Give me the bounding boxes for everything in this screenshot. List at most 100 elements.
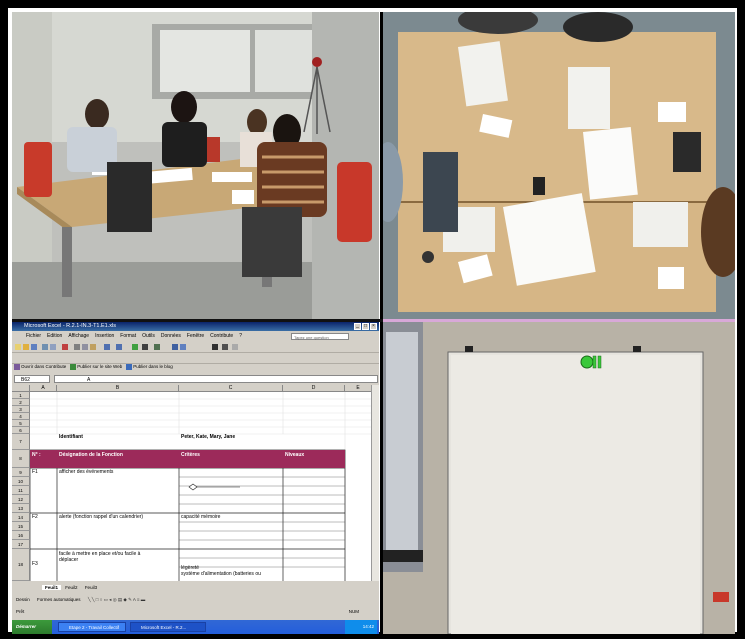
name-box[interactable]: B62 <box>14 375 50 383</box>
row-header[interactable]: 7 <box>12 434 30 450</box>
camera-view-meeting-room <box>12 12 379 319</box>
column-header-c[interactable]: C <box>179 385 283 392</box>
ask-question-input[interactable]: Tapez une question <box>291 333 349 340</box>
preview-icon[interactable] <box>50 344 56 350</box>
new-icon[interactable] <box>15 344 21 350</box>
cell-a7[interactable]: N° : <box>30 452 57 458</box>
euro-icon[interactable] <box>222 344 228 350</box>
row-header[interactable]: 15 <box>12 522 30 531</box>
cell-b13[interactable]: alerte (fonction rappel d'un calendrier) <box>57 514 179 520</box>
maximize-icon[interactable]: □ <box>362 323 369 330</box>
drawing-icon[interactable] <box>180 344 186 350</box>
cell-d7[interactable]: Niveaux <box>283 452 345 458</box>
bold-icon[interactable] <box>212 344 218 350</box>
column-header-b[interactable]: B <box>57 385 179 392</box>
cell-c6[interactable]: Peter, Kate, Mary, Jane <box>179 434 283 440</box>
contribute-edit-label: Ouvrir dans Contribute <box>21 364 67 370</box>
cut-icon[interactable] <box>74 344 80 350</box>
autoshapes-menu[interactable]: Formes automatiques <box>37 597 81 602</box>
autosum-icon[interactable] <box>142 344 148 350</box>
menu-edition[interactable]: Edition <box>47 332 62 341</box>
chart-icon[interactable] <box>172 344 178 350</box>
menu-affichage[interactable]: Affichage <box>68 332 89 341</box>
formula-bar[interactable]: A <box>54 375 378 383</box>
row-header[interactable]: 5 <box>12 420 30 427</box>
row-header[interactable]: 6 <box>12 427 30 434</box>
cell-a13[interactable]: F2 <box>30 514 57 520</box>
row-header[interactable]: 18 <box>12 549 30 581</box>
vertical-scrollbar[interactable] <box>371 385 379 581</box>
menu-help[interactable]: ? <box>239 332 242 341</box>
publish-blog-button[interactable]: Publier dans le blog <box>126 364 173 370</box>
camera-view-whiteboard <box>383 322 735 634</box>
row-header[interactable]: 9 <box>12 468 30 477</box>
sheet-tab-feuil1[interactable]: Feuil1 <box>42 585 62 590</box>
cell-b8[interactable]: afficher des événements <box>57 469 179 475</box>
cell-c13[interactable]: capacité mémoire <box>179 514 283 520</box>
row-header[interactable]: 1 <box>12 392 30 399</box>
save-icon[interactable] <box>31 344 37 350</box>
row-header[interactable]: 16 <box>12 531 30 540</box>
cell-a8[interactable]: F1 <box>30 469 57 475</box>
row-header[interactable]: 10 <box>12 477 30 486</box>
cell-b18-line2[interactable]: déplacer <box>57 557 179 563</box>
spelling-icon[interactable] <box>62 344 68 350</box>
excel-title-bar[interactable]: Microsoft Excel - R.2.1-IN.3-T1.E1.xls _… <box>12 322 379 331</box>
excel-window[interactable]: Microsoft Excel - R.2.1-IN.3-T1.E1.xls _… <box>12 322 379 634</box>
sheet-tab-feuil2[interactable]: Feuil2 <box>62 585 80 590</box>
draw-shapes-icon[interactable]: ╲ ╲ □ ○ ▭ ◂ ◎ ▤ ◆ ✎ A ≡ ▬ <box>88 597 145 602</box>
taskbar-clock: 14:42 <box>345 620 377 634</box>
borders-icon[interactable] <box>232 344 238 350</box>
cell-c7[interactable]: Critères <box>179 452 283 458</box>
contribute-edit-icon <box>14 364 20 370</box>
camera-view-overhead-table <box>383 12 735 319</box>
row-header[interactable]: 3 <box>12 406 30 413</box>
column-header-d[interactable]: D <box>283 385 345 392</box>
minimize-icon[interactable]: _ <box>354 323 361 330</box>
row-header[interactable]: 4 <box>12 413 30 420</box>
cell-a18[interactable]: F3 <box>30 561 57 567</box>
start-button[interactable]: Démarrer <box>12 620 52 634</box>
taskbar-item-etape2[interactable]: Etape 2 - Travail Collectif <box>58 622 126 632</box>
print-icon[interactable] <box>42 344 48 350</box>
column-header-e[interactable]: E <box>345 385 372 392</box>
redo-icon[interactable] <box>116 344 122 350</box>
paste-icon[interactable] <box>90 344 96 350</box>
status-num: NUM <box>348 609 359 614</box>
draw-menu[interactable]: Dessin <box>16 597 30 602</box>
menu-fenetre[interactable]: Fenêtre <box>187 332 204 341</box>
row-header[interactable]: 17 <box>12 540 30 549</box>
cell-c18-line2[interactable]: système d'alimentation (batteries ou <box>179 571 283 577</box>
publish-web-icon <box>70 364 77 370</box>
meeting-room-scene <box>12 12 379 319</box>
taskbar-item-excel[interactable]: Microsoft Excel - R.2... <box>130 622 206 632</box>
row-header[interactable]: 13 <box>12 504 30 513</box>
row-header[interactable]: 12 <box>12 495 30 504</box>
cell-b7[interactable]: Désignation de la Fonction <box>57 452 179 458</box>
publish-web-button[interactable]: Publier sur le site Web <box>70 364 122 370</box>
close-icon[interactable]: × <box>370 323 377 330</box>
menu-donnees[interactable]: Données <box>161 332 181 341</box>
hyperlink-icon[interactable] <box>132 344 138 350</box>
menu-outils[interactable]: Outils <box>142 332 155 341</box>
sort-icon[interactable] <box>154 344 160 350</box>
whiteboard-scene <box>383 322 735 634</box>
contribute-edit-button[interactable]: Ouvrir dans Contribute <box>14 364 66 370</box>
select-all-corner[interactable] <box>12 385 30 392</box>
row-header[interactable]: 14 <box>12 513 30 522</box>
spreadsheet-grid[interactable]: A B C D E 1 2 3 4 5 6 7 8 9 10 11 12 13 … <box>12 385 372 581</box>
row-header[interactable]: 8 <box>12 450 30 468</box>
publish-web-label: Publier sur le site Web <box>77 364 123 370</box>
cell-b6[interactable]: Identifiant <box>57 434 177 440</box>
menu-contribute[interactable]: Contribute <box>210 332 233 341</box>
row-header[interactable]: 2 <box>12 399 30 406</box>
open-icon[interactable] <box>23 344 29 350</box>
row-header[interactable]: 11 <box>12 486 30 495</box>
menu-fichier[interactable]: Fichier <box>26 332 41 341</box>
sheet-tab-feuil3[interactable]: Feuil3 <box>82 585 100 590</box>
undo-icon[interactable] <box>104 344 110 350</box>
menu-insertion[interactable]: Insertion <box>95 332 114 341</box>
menu-format[interactable]: Format <box>120 332 136 341</box>
column-header-a[interactable]: A <box>30 385 57 392</box>
copy-icon[interactable] <box>82 344 88 350</box>
